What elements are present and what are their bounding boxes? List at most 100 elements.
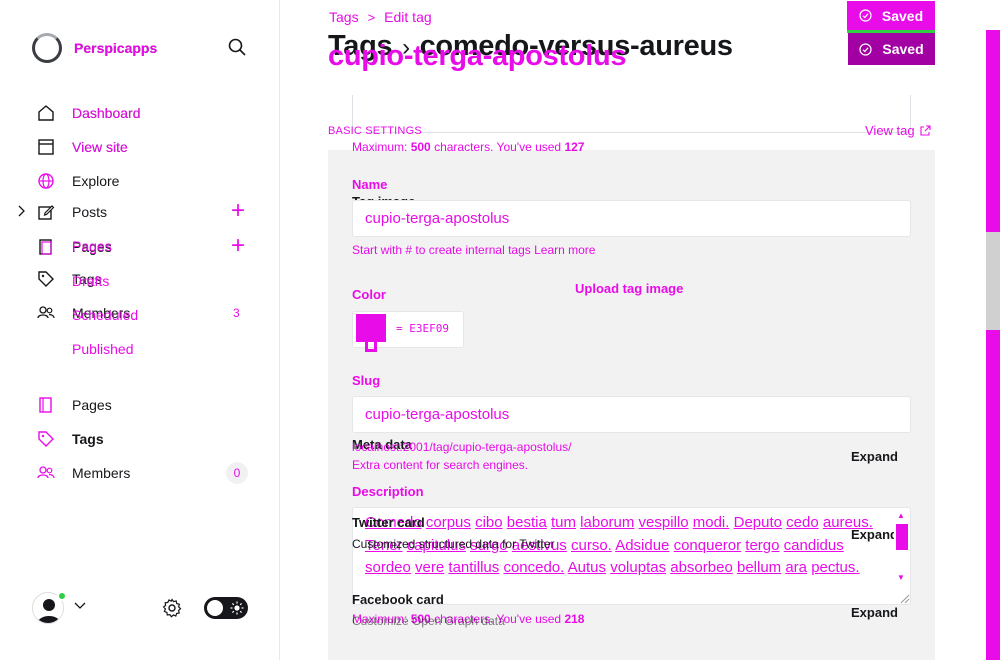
- description-word: tantillus: [448, 559, 500, 577]
- description-word: modi.: [692, 514, 730, 531]
- nav-tags[interactable]: Tags: [36, 428, 104, 450]
- slug-label: Slug: [352, 373, 381, 388]
- upload-tag-image-button[interactable]: Upload tag image: [575, 281, 683, 296]
- description-word: cibo: [475, 514, 503, 531]
- twitter-hint: Customized structured data for Twitter: [352, 537, 555, 551]
- description-word: conqueror: [673, 536, 742, 554]
- breadcrumb-tags-link[interactable]: Tags: [329, 9, 359, 25]
- nav-tags-label: Tags: [72, 431, 104, 447]
- color-value: = E3EF09: [396, 322, 449, 335]
- saved-button[interactable]: Saved: [847, 1, 935, 33]
- slug-url: localhost:2001/tag/cupio-terga-apostolus…: [352, 440, 572, 454]
- nav-explore-label: Explore: [72, 173, 120, 189]
- globe-icon: [36, 171, 56, 191]
- nav-members[interactable]: Members: [36, 462, 130, 484]
- description-word: absorbeo: [670, 559, 733, 577]
- nav-scheduled-label: Scheduled: [72, 307, 139, 323]
- nav-explore[interactable]: Explore: [36, 170, 119, 192]
- twitter-card-label: Twitter card: [352, 515, 425, 530]
- description-word: corpus: [425, 514, 471, 531]
- description-word: laborum: [580, 514, 635, 531]
- description-word: bestia: [506, 514, 547, 531]
- description-word: Autus: [567, 559, 607, 577]
- description-word: candidus: [783, 536, 844, 554]
- description-word: ara: [785, 559, 808, 577]
- scroll-down-icon[interactable]: ▼: [897, 573, 905, 582]
- pencil-square-icon: [36, 202, 56, 222]
- page-scrollbar[interactable]: [986, 30, 1000, 660]
- description-word: bellum: [736, 559, 782, 577]
- new-post-plus-icon[interactable]: +: [228, 199, 248, 223]
- nav-view-site-ghost: View site: [72, 139, 128, 155]
- textarea-scroll-thumb[interactable]: [896, 524, 908, 550]
- members-icon: [36, 463, 56, 483]
- slug-input[interactable]: cupio-terga-apostolus: [352, 396, 911, 433]
- brand[interactable]: Perspicapps Perspicapps: [32, 33, 157, 63]
- view-tag-link[interactable]: View tag: [865, 123, 931, 138]
- resize-handle-icon[interactable]: [898, 592, 910, 604]
- color-swatch[interactable]: [356, 314, 386, 342]
- page-icon: [36, 395, 56, 415]
- browser-icon: [36, 137, 56, 157]
- description-word: curso.: [570, 536, 612, 554]
- meta-data-hint: Extra content for search engines.: [352, 458, 529, 472]
- color-label: Color: [352, 287, 386, 302]
- meta-max-count: 500: [410, 140, 431, 154]
- nav-members-label: Members: [72, 465, 131, 481]
- meta-title-count: Maximum: 500 characters. You've used 127: [352, 140, 584, 154]
- saved-button-secondary[interactable]: Saved: [848, 33, 935, 65]
- scroll-up-icon[interactable]: ▲: [897, 511, 905, 520]
- new-page-plus-icon[interactable]: +: [228, 234, 248, 258]
- members-icon: [36, 303, 56, 323]
- members-count-badge: 0: [226, 462, 248, 484]
- gear-icon[interactable]: [162, 598, 182, 618]
- twitter-expand-button[interactable]: Expand: [851, 527, 898, 542]
- online-status-dot: [57, 591, 67, 601]
- nav-posts[interactable]: Posts: [36, 201, 107, 223]
- nav-pages-label: Pages: [72, 397, 112, 413]
- chevron-down-icon[interactable]: [74, 602, 86, 610]
- name-hint: Start with # to create internal tags Lea…: [352, 243, 596, 257]
- brand-logo-icon: [32, 33, 62, 63]
- description-word: sordeo: [365, 559, 411, 577]
- brand-name-overlay: Perspicapps: [74, 40, 158, 56]
- nav-published[interactable]: Published: [72, 341, 134, 357]
- tag-icon: [36, 429, 56, 449]
- description-word: pectus.: [811, 559, 860, 577]
- name-label: Name: [352, 177, 388, 192]
- description-word: voluptas: [610, 559, 667, 577]
- description-label: Description: [352, 484, 424, 499]
- home-icon: [36, 103, 56, 123]
- view-tag-label: View tag: [865, 123, 915, 138]
- search-icon[interactable]: [228, 38, 246, 56]
- meta-max-mid: characters. You've used: [434, 140, 562, 154]
- description-word: concedo.: [503, 559, 565, 577]
- external-link-icon: [920, 124, 931, 136]
- nav-dashboard-ghost: Dashboard: [72, 105, 141, 121]
- page-title-overlay: cupio-terga-apostolus: [328, 40, 627, 72]
- section-label: BASIC SETTINGS: [328, 125, 422, 137]
- nav-pages[interactable]: Pages: [36, 394, 112, 416]
- nav-pages-label-b: Pages: [72, 238, 112, 254]
- nav-drafts-label: Drafts: [72, 273, 110, 289]
- breadcrumb-current: Edit tag: [384, 9, 432, 25]
- members-count-a: 3: [233, 306, 240, 320]
- sidebar: Perspicapps Perspicapps Dashboard Dashbo…: [0, 0, 280, 660]
- page-scrollbar-thumb[interactable]: [986, 232, 1000, 330]
- page-icon: [36, 237, 56, 257]
- meta-data-expand-button[interactable]: Expand: [851, 449, 898, 464]
- chevron-right-icon[interactable]: [16, 205, 26, 217]
- facebook-card-label: Facebook card: [352, 592, 444, 607]
- description-word: tum: [550, 514, 576, 531]
- meta-max-used: 127: [564, 140, 585, 154]
- sun-icon: [230, 601, 244, 615]
- facebook-expand-button[interactable]: Expand: [851, 605, 898, 620]
- scrollbar-top: [986, 0, 1000, 30]
- desc-max-used: 218: [564, 612, 585, 626]
- top-input-fragment: [352, 95, 911, 133]
- name-input[interactable]: cupio-terga-apostolus: [352, 200, 911, 237]
- meta-max-prefix: Maximum:: [352, 140, 408, 154]
- description-word: cedo: [786, 514, 819, 531]
- nav-posts-label: Posts: [72, 204, 108, 220]
- tag-icon: [36, 269, 56, 289]
